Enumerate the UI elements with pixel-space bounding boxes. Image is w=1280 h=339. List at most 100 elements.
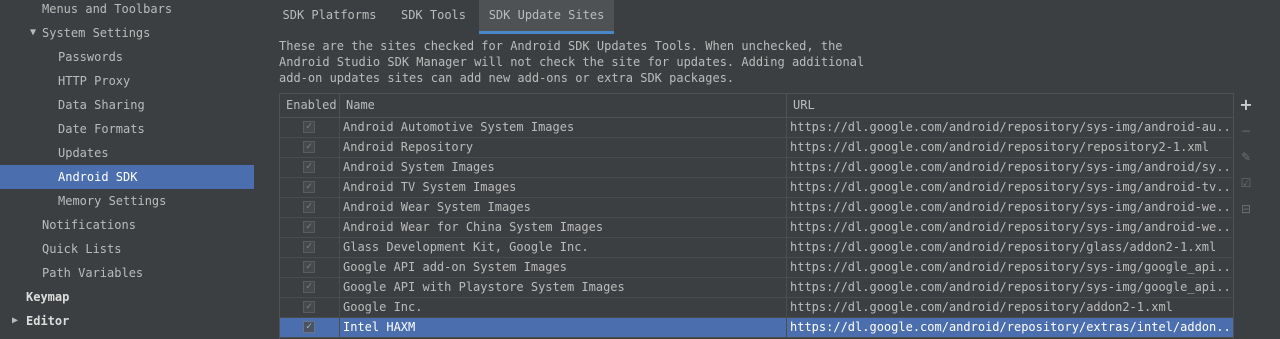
site-url-cell: https://dl.google.com/android/repository… bbox=[790, 220, 1233, 234]
tab-bar: SDK Platforms SDK Tools SDK Update Sites bbox=[271, 0, 1280, 34]
enabled-cell: ✓ bbox=[280, 258, 340, 277]
site-url-cell: https://dl.google.com/android/repository… bbox=[790, 200, 1233, 214]
tab-sdk-platforms[interactable]: SDK Platforms bbox=[271, 0, 388, 31]
site-url-cell: https://dl.google.com/android/repository… bbox=[790, 160, 1233, 174]
site-name-cell: Intel HAXM bbox=[340, 318, 787, 337]
tree-item-label: Updates bbox=[58, 146, 109, 160]
site-name-cell: Glass Development Kit, Google Inc. bbox=[340, 238, 787, 257]
tree-item-system-settings[interactable]: ▼ System Settings bbox=[0, 21, 254, 45]
tree-item-label: Data Sharing bbox=[58, 98, 145, 112]
remove-icon[interactable]: − bbox=[1236, 121, 1256, 141]
column-header-name[interactable]: Name bbox=[340, 94, 787, 117]
table-row[interactable]: ✓ Android Automotive System Images https:/… bbox=[280, 118, 1233, 138]
edit-icon[interactable]: ✎ bbox=[1236, 147, 1256, 167]
site-url-cell: https://dl.google.com/android/repository… bbox=[790, 260, 1233, 274]
table-row[interactable]: ✓ Intel HAXM https://dl.google.com/android… bbox=[280, 318, 1233, 338]
tree-item-label: HTTP Proxy bbox=[58, 74, 131, 88]
expanded-arrow-icon[interactable]: ▼ bbox=[26, 21, 40, 45]
enabled-checkbox[interactable]: ✓ bbox=[303, 281, 315, 293]
site-name-cell: Google Inc. bbox=[340, 298, 787, 317]
table-row[interactable]: ✓ Google API add-on System Images https://… bbox=[280, 258, 1233, 278]
tree-item-quick-lists[interactable]: Quick Lists bbox=[0, 237, 254, 261]
enabled-checkbox[interactable]: ✓ bbox=[303, 141, 315, 153]
tree-item-label: Quick Lists bbox=[42, 242, 122, 256]
site-name-cell: Android Repository bbox=[340, 138, 787, 157]
tree-item-path-variables[interactable]: Path Variables bbox=[0, 261, 254, 285]
tree-item-menus-and-toolbars[interactable]: Menus and Toolbars bbox=[0, 0, 254, 21]
table-row[interactable]: ✓ Android Repository https://dl.google.com… bbox=[280, 138, 1233, 158]
site-url-cell: https://dl.google.com/android/repository… bbox=[790, 280, 1233, 294]
column-header-enabled[interactable]: Enabled bbox=[280, 94, 340, 117]
splitter[interactable] bbox=[254, 0, 271, 339]
site-name-cell: Android TV System Images bbox=[340, 178, 787, 197]
tree-item-passwords[interactable]: Passwords bbox=[0, 45, 254, 69]
tree-item-label: System Settings bbox=[42, 26, 151, 40]
tree-item-notifications[interactable]: Notifications bbox=[0, 213, 254, 237]
tree-item-keymap[interactable]: Keymap bbox=[0, 285, 254, 309]
tree-item-memory-settings[interactable]: Memory Settings bbox=[0, 189, 254, 213]
tree-item-label: Editor bbox=[26, 314, 70, 328]
site-url-cell: https://dl.google.com/android/repository… bbox=[790, 120, 1233, 134]
table-row[interactable]: ✓ Android Wear for China System Images htt… bbox=[280, 218, 1233, 238]
site-url-cell: https://dl.google.com/android/repository… bbox=[790, 240, 1217, 254]
column-header-url[interactable]: URL bbox=[787, 94, 1233, 117]
tree-item-android-sdk[interactable]: Android SDK bbox=[0, 165, 254, 189]
enabled-checkbox[interactable]: ✓ bbox=[303, 241, 315, 253]
enabled-checkbox[interactable]: ✓ bbox=[303, 301, 315, 313]
table-row[interactable]: ✓ Android TV System Images https://dl.goog… bbox=[280, 178, 1233, 198]
enabled-cell: ✓ bbox=[280, 158, 340, 177]
tree-item-label: Path Variables bbox=[42, 266, 144, 280]
table-toolbar: + − ✎ ☑ ⊟ bbox=[1233, 93, 1259, 339]
tree-item-editor[interactable]: ▶ Editor bbox=[0, 309, 254, 333]
table-row[interactable]: ✓ Android System Images https://dl.google.… bbox=[280, 158, 1233, 178]
site-name-cell: Android System Images bbox=[340, 158, 787, 177]
tab-sdk-update-sites[interactable]: SDK Update Sites bbox=[479, 0, 614, 34]
tree-item-label: Menus and Toolbars bbox=[42, 2, 173, 16]
enabled-checkbox[interactable]: ✓ bbox=[303, 221, 315, 233]
enabled-cell: ✓ bbox=[280, 278, 340, 297]
sdk-settings-window: Menus and Toolbars ▼ System Settings Pass… bbox=[0, 0, 1280, 339]
tree-item-http-proxy[interactable]: HTTP Proxy bbox=[0, 69, 254, 93]
enabled-checkbox[interactable]: ✓ bbox=[303, 121, 315, 133]
tree-item-updates[interactable]: Updates bbox=[0, 141, 254, 165]
tree-item-label: Android SDK bbox=[58, 170, 138, 184]
table-row[interactable]: ✓ Glass Development Kit, Google Inc. https… bbox=[280, 238, 1233, 258]
enabled-cell: ✓ bbox=[280, 198, 340, 217]
update-sites-table: Enabled Name URL ✓ Android Automotive Sys… bbox=[279, 93, 1234, 339]
table-row[interactable]: ✓ Google Inc. https://dl.google.com/androi… bbox=[280, 298, 1233, 318]
site-name-cell: Google API with Playstore System Images bbox=[340, 278, 787, 297]
enabled-cell: ✓ bbox=[280, 238, 340, 257]
description-text: These are the sites checked for Android … bbox=[279, 39, 865, 85]
table-row[interactable]: ✓ Android Wear System Images https://dl.go… bbox=[280, 198, 1233, 218]
tree-item-label: Passwords bbox=[58, 50, 124, 64]
site-url-cell: https://dl.google.com/android/repository… bbox=[790, 300, 1173, 314]
site-name-cell: Google API add-on System Images bbox=[340, 258, 787, 277]
check-all-icon[interactable]: ☑ bbox=[1236, 173, 1256, 193]
enabled-checkbox[interactable]: ✓ bbox=[303, 161, 315, 173]
enabled-cell: ✓ bbox=[280, 178, 340, 197]
tab-sdk-tools[interactable]: SDK Tools bbox=[388, 0, 479, 31]
tree-item-label: Memory Settings bbox=[58, 194, 167, 208]
table-header: Enabled Name URL bbox=[280, 94, 1233, 118]
enabled-cell: ✓ bbox=[280, 218, 340, 237]
sdk-main-panel: SDK Platforms SDK Tools SDK Update Sites… bbox=[271, 0, 1280, 339]
table-row[interactable]: ✓ Google API with Playstore System Images… bbox=[280, 278, 1233, 298]
tree-item-label: Notifications bbox=[42, 218, 136, 232]
enabled-cell: ✓ bbox=[280, 118, 340, 137]
enabled-cell: ✓ bbox=[280, 138, 340, 157]
tree-item-data-sharing[interactable]: Data Sharing bbox=[0, 93, 254, 117]
enabled-checkbox[interactable]: ✓ bbox=[303, 201, 315, 213]
tree-item-date-formats[interactable]: Date Formats bbox=[0, 117, 254, 141]
site-name-cell: Android Wear for China System Images bbox=[340, 218, 787, 237]
site-url-cell: https://dl.google.com/android/repository… bbox=[790, 320, 1233, 334]
add-icon[interactable]: + bbox=[1236, 95, 1256, 115]
uncheck-all-icon[interactable]: ⊟ bbox=[1236, 199, 1256, 219]
site-url-cell: https://dl.google.com/android/repository… bbox=[790, 180, 1233, 194]
enabled-checkbox[interactable]: ✓ bbox=[303, 261, 315, 273]
tree-item-label: Date Formats bbox=[58, 122, 145, 136]
site-name-cell: Android Wear System Images bbox=[340, 198, 787, 217]
enabled-checkbox[interactable]: ✓ bbox=[303, 181, 315, 193]
enabled-checkbox[interactable]: ✓ bbox=[303, 321, 315, 333]
collapsed-arrow-icon[interactable]: ▶ bbox=[8, 309, 22, 333]
settings-tree: Menus and Toolbars ▼ System Settings Pass… bbox=[0, 0, 254, 339]
